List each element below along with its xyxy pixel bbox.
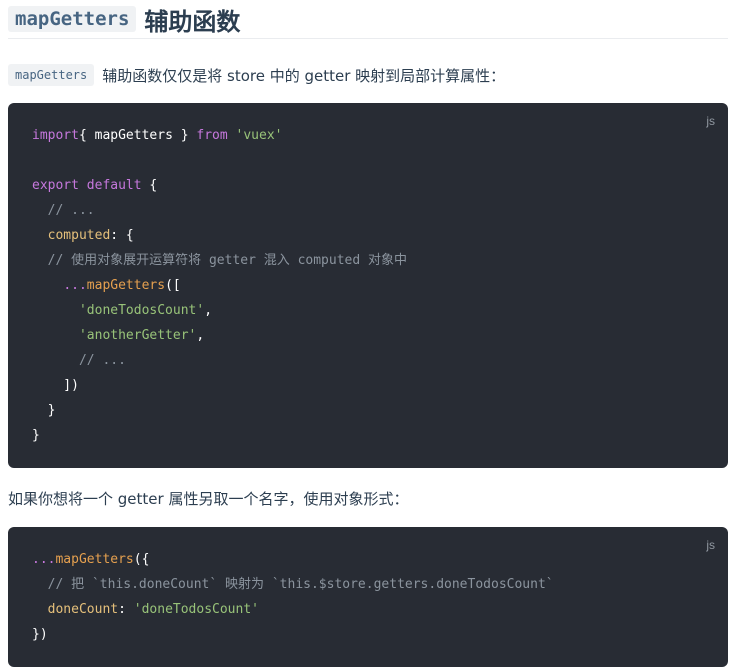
code-block-2: js ...mapGetters({ // 把 `this.doneCount`… (8, 527, 728, 667)
code-token: computed (47, 228, 111, 243)
code-line: export default { (32, 173, 407, 198)
code-token: }) (32, 627, 48, 642)
paragraph-2-text: 如果你想将一个 getter 属性另取一个名字，使用对象形式： (8, 490, 409, 508)
code-line: }) (32, 622, 554, 647)
code-token: mapGetters (94, 128, 173, 143)
code-token: ([ (165, 278, 181, 293)
code-token: 'anotherGetter' (78, 328, 197, 343)
code-token: mapGetters (55, 552, 134, 567)
code-line: ...mapGetters([ (32, 273, 407, 298)
code-token: // 把 `this.doneCount` 映射为 `this.$store.g… (47, 577, 554, 592)
code-content: ...mapGetters({ // 把 `this.doneCount` 映射… (32, 547, 554, 647)
code-token: from (196, 128, 228, 143)
code-token: // 使用对象展开运算符将 getter 混入 computed 对象中 (47, 253, 408, 268)
code-token: export (32, 178, 79, 193)
code-token: 'vuex' (235, 128, 283, 143)
code-line: ...mapGetters({ (32, 547, 554, 572)
code-token: default (86, 178, 142, 193)
intro-inline-code: mapGetters (8, 64, 95, 86)
code-line: ]) (32, 373, 407, 398)
code-line: import{ mapGetters } from 'vuex' (32, 123, 407, 148)
section-heading: mapGetters 辅助函数 (8, 0, 728, 39)
paragraph-2: 如果你想将一个 getter 属性另取一个名字，使用对象形式： (8, 488, 408, 509)
code-token: , (196, 328, 205, 343)
code-token: { (141, 178, 158, 193)
code-line: 'doneTodosCount', (32, 298, 407, 323)
code-token: ({ (133, 552, 150, 567)
code-token: // ... (47, 203, 95, 218)
code-content: import{ mapGetters } from 'vuex' export … (32, 123, 407, 448)
code-token: mapGetters (86, 278, 166, 293)
code-token: : { (110, 228, 134, 243)
code-block-1: js import{ mapGetters } from 'vuex' expo… (8, 103, 728, 468)
code-token: 'doneTodosCount' (78, 303, 205, 318)
code-line: 'anotherGetter', (32, 323, 407, 348)
code-lang-label: js (706, 538, 715, 552)
code-token: { (78, 128, 95, 143)
intro-paragraph: mapGetters 辅助函数仅仅是将 store 中的 getter 映射到局… (8, 64, 505, 86)
intro-text: 辅助函数仅仅是将 store 中的 getter 映射到局部计算属性： (102, 66, 506, 85)
heading-inline-code: mapGetters (8, 6, 137, 32)
code-lang-label: js (706, 114, 715, 128)
code-token: ... (32, 552, 56, 567)
code-token: doneCount (47, 602, 119, 617)
code-token: } (32, 403, 56, 418)
code-line: // 把 `this.doneCount` 映射为 `this.$store.g… (32, 572, 554, 597)
code-line: // ... (32, 348, 407, 373)
code-line: computed: { (32, 223, 407, 248)
code-line: doneCount: 'doneTodosCount' (32, 597, 554, 622)
code-token: 'doneTodosCount' (133, 602, 259, 617)
code-token: // ... (78, 353, 126, 368)
doc-page: mapGetters 辅助函数 mapGetters 辅助函数仅仅是将 stor… (0, 0, 729, 668)
code-token: , (204, 303, 213, 318)
code-token: : (118, 602, 134, 617)
code-token: ... (63, 278, 87, 293)
code-token: ]) (32, 378, 79, 393)
code-token: } (172, 128, 197, 143)
code-token: import (32, 128, 79, 143)
code-line: // ... (32, 198, 407, 223)
code-line: // 使用对象展开运算符将 getter 混入 computed 对象中 (32, 248, 407, 273)
code-line: } (32, 423, 407, 448)
code-token: } (32, 428, 40, 443)
code-line: } (32, 398, 407, 423)
heading-title: 辅助函数 (144, 7, 241, 36)
